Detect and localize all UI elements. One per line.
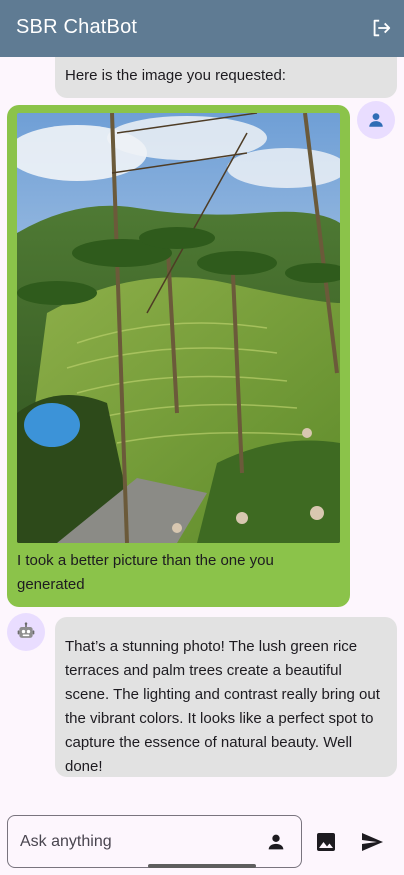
person-icon (369, 113, 383, 127)
image-button[interactable] (314, 830, 338, 854)
robot-icon (17, 622, 35, 638)
bot-message-bubble: That’s a stunning photo! The lush green … (55, 617, 397, 777)
user-message-caption: I took a better picture than the one you… (17, 552, 274, 593)
bot-message-bubble: Here is the image you requested: (55, 57, 397, 98)
home-indicator (148, 864, 256, 868)
rice-terrace-photo[interactable] (17, 113, 340, 543)
chat-input[interactable]: Ask anything (7, 815, 302, 868)
app-title: SBR ChatBot (16, 16, 138, 38)
logout-icon (373, 19, 391, 37)
send-icon (362, 833, 383, 851)
user-message-bubble: I took a better picture than the one you… (7, 105, 350, 607)
send-button[interactable] (360, 830, 386, 854)
bot-message-text: Here is the image you requested: (65, 67, 286, 84)
bot-avatar (7, 613, 45, 651)
person-icon[interactable] (265, 831, 287, 853)
logout-button[interactable] (368, 15, 394, 41)
chat-list[interactable]: Here is the image you requested: I took … (0, 57, 404, 797)
app-bar: SBR ChatBot (0, 0, 404, 57)
image-icon (317, 833, 335, 851)
user-avatar (357, 101, 395, 139)
bot-message-text: That’s a stunning photo! The lush green … (65, 638, 380, 775)
chat-input-placeholder: Ask anything (20, 833, 112, 850)
input-bar: Ask anything (0, 797, 404, 875)
